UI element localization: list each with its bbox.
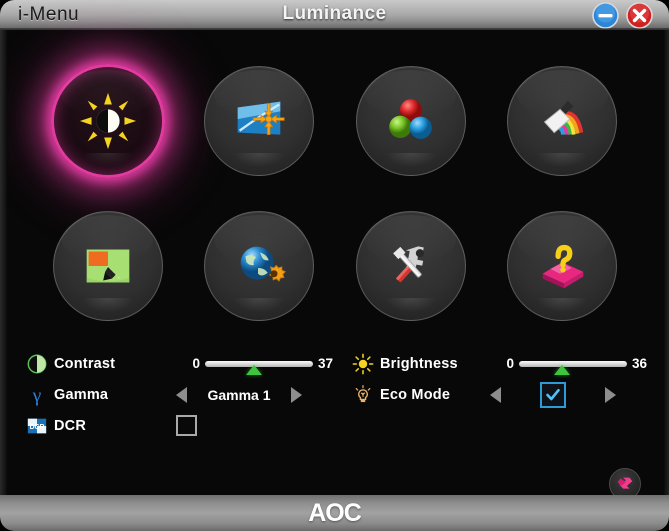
control-label-contrast: Contrast	[54, 355, 116, 372]
question-book-icon	[542, 244, 584, 288]
brightness-slider-group: 0 36	[490, 356, 656, 375]
minimize-button[interactable]	[592, 2, 619, 29]
menu-disc[interactable]	[507, 210, 618, 321]
icon-reflection	[81, 297, 134, 312]
menu-item-language[interactable]	[184, 193, 336, 338]
bezel-right-edge	[664, 30, 669, 495]
icon-reflection	[384, 152, 437, 167]
menu-disc[interactable]	[52, 210, 163, 321]
menu-item-osd-setup[interactable]	[32, 193, 184, 338]
control-row-eco-mode: Eco Mode	[350, 379, 650, 410]
slider-track	[519, 360, 627, 367]
eco-mode-prev-arrow[interactable]	[490, 386, 501, 403]
i-menu-window: i-Menu Luminance Contrast 0 37 γ Gamma G…	[0, 0, 669, 531]
reset-arrows-icon	[617, 477, 633, 489]
close-icon	[626, 2, 653, 29]
control-row-dcr: DCR DCR	[24, 410, 334, 441]
contrast-slider[interactable]	[205, 356, 313, 375]
osd-screen: Contrast 0 37 γ Gamma Gamma 1 DCR DCR Br…	[0, 30, 669, 500]
control-row-contrast: Contrast 0 37	[24, 348, 334, 379]
icon-reflection	[536, 297, 589, 312]
gamma-value: Gamma 1	[207, 386, 271, 403]
controls-area: Contrast 0 37 γ Gamma Gamma 1 DCR DCR Br…	[0, 348, 669, 468]
svg-text:DCR: DCR	[30, 423, 45, 430]
icon-reflection	[384, 297, 437, 312]
bezel-left-edge	[0, 30, 7, 495]
footer-bar: AOC	[0, 495, 669, 531]
eco-mode-checkbox-wrap	[501, 381, 605, 408]
sun-contrast-icon	[79, 92, 136, 149]
screen-arrows-icon	[237, 101, 285, 135]
menu-disc[interactable]	[204, 210, 315, 321]
menu-disc[interactable]	[355, 65, 466, 176]
icon-reflection	[536, 152, 589, 167]
menu-grid	[32, 48, 638, 338]
eco-mode-checkbox[interactable]	[540, 381, 566, 408]
check-icon	[546, 388, 560, 400]
eco-mode-next-arrow[interactable]	[605, 386, 616, 403]
slider-thumb[interactable]	[245, 364, 262, 375]
icon-reflection	[233, 297, 286, 312]
menu-item-help[interactable]	[487, 193, 639, 338]
gamma-next-arrow[interactable]	[291, 386, 302, 403]
svg-text:γ: γ	[32, 385, 42, 406]
menu-item-luminance[interactable]	[32, 48, 184, 193]
icon-reflection	[81, 152, 134, 167]
dcr-icon: DCR	[24, 414, 50, 438]
controls-right-column: Brightness 0 36 Eco Mode	[350, 348, 650, 410]
dcr-checkbox[interactable]	[176, 415, 197, 436]
control-row-brightness: Brightness 0 36	[350, 348, 650, 379]
menu-item-extra[interactable]	[335, 193, 487, 338]
gamma-prev-arrow[interactable]	[176, 386, 187, 403]
slider-thumb[interactable]	[554, 364, 571, 375]
globe-gear-icon	[240, 246, 287, 282]
minimize-icon	[592, 2, 619, 29]
control-label-eco-mode: Eco Mode	[380, 386, 451, 403]
contrast-icon	[24, 352, 50, 376]
controls-left-column: Contrast 0 37 γ Gamma Gamma 1 DCR DCR	[24, 348, 334, 441]
menu-disc[interactable]	[507, 65, 618, 176]
brightness-min: 0	[506, 356, 514, 371]
eco-mode-group	[490, 381, 616, 408]
brightness-slider[interactable]	[519, 356, 627, 375]
page-title: Luminance	[282, 3, 387, 24]
rainbow-brush-icon	[544, 100, 584, 135]
sun-icon	[350, 352, 376, 376]
menu-item-color-setup[interactable]	[335, 48, 487, 193]
control-label-gamma: Gamma	[54, 386, 109, 403]
close-button[interactable]	[626, 2, 653, 29]
contrast-min: 0	[192, 356, 200, 371]
rgb-spheres-icon	[388, 98, 432, 139]
tools-icon	[392, 245, 424, 282]
menu-disc[interactable]	[50, 63, 165, 178]
gamma-spinner-group: Gamma 1	[176, 386, 302, 403]
contrast-value: 37	[318, 356, 334, 371]
control-label-dcr: DCR	[54, 417, 87, 434]
aoc-logo: AOC	[308, 498, 362, 527]
title-bar: i-Menu Luminance	[0, 0, 669, 30]
dcr-checkbox-group	[176, 410, 197, 441]
brightness-value: 36	[632, 356, 648, 371]
control-label-brightness: Brightness	[380, 355, 458, 372]
gamma-icon: γ	[24, 383, 50, 407]
menu-disc[interactable]	[204, 65, 315, 176]
bulb-icon	[350, 383, 376, 407]
icon-reflection	[233, 152, 286, 167]
contrast-slider-group: 0 37	[176, 356, 342, 375]
menu-item-picture-boost[interactable]	[487, 48, 639, 193]
control-row-gamma: γ Gamma Gamma 1	[24, 379, 334, 410]
menu-disc[interactable]	[355, 210, 466, 321]
menu-item-image-setup[interactable]	[184, 48, 336, 193]
screen-pencil-icon	[86, 249, 130, 282]
